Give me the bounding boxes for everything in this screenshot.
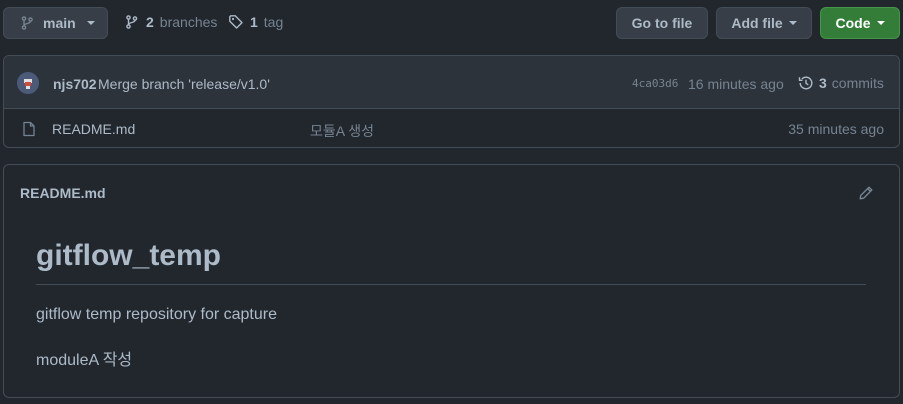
- branch-icon: [124, 14, 140, 30]
- commit-time: 16 minutes ago: [688, 76, 784, 92]
- tag-icon: [228, 14, 244, 30]
- code-label: Code: [835, 15, 871, 31]
- readme-paragraph: moduleA 작성: [36, 352, 133, 369]
- go-to-file-button[interactable]: Go to file: [616, 7, 708, 39]
- go-to-file-label: Go to file: [631, 15, 693, 31]
- repo-toolbar: main 2 branches 1 tag Go to file Add fil…: [0, 0, 903, 46]
- file-icon: [21, 121, 37, 137]
- commit-hash[interactable]: 4ca03d6: [632, 77, 678, 90]
- avatar[interactable]: [17, 72, 39, 94]
- file-list: njs702 Merge branch 'release/v1.0' 4ca03…: [3, 55, 900, 148]
- chevron-down-icon: [788, 21, 797, 25]
- branches-label: branches: [159, 14, 218, 30]
- branch-select-button[interactable]: main: [3, 7, 108, 39]
- divider: [36, 284, 866, 285]
- tags-count: 1: [250, 14, 258, 30]
- code-button[interactable]: Code: [820, 7, 900, 39]
- commits-history-link[interactable]: 3 commits: [798, 75, 884, 91]
- readme-paragraph: gitflow temp repository for capture: [36, 306, 277, 323]
- add-file-button[interactable]: Add file: [716, 7, 812, 39]
- commit-message[interactable]: Merge branch 'release/v1.0': [98, 76, 270, 92]
- readme-panel: README.md gitflow_temp gitflow temp repo…: [3, 164, 900, 398]
- pencil-icon[interactable]: [858, 185, 874, 201]
- commits-count: 3: [819, 75, 827, 91]
- tags-label: tag: [263, 14, 284, 30]
- chevron-down-icon: [876, 21, 885, 25]
- branches-link[interactable]: 2 branches: [124, 14, 217, 30]
- branch-name: main: [43, 15, 76, 31]
- readme-filename[interactable]: README.md: [20, 185, 106, 201]
- readme-heading: gitflow_temp: [36, 239, 221, 272]
- tags-link[interactable]: 1 tag: [228, 14, 283, 30]
- chevron-down-icon: [86, 21, 95, 25]
- file-commit-message[interactable]: 모듈A 생성: [310, 121, 374, 141]
- file-name[interactable]: README.md: [52, 121, 135, 137]
- file-time: 35 minutes ago: [788, 121, 884, 137]
- branch-icon: [19, 15, 35, 31]
- branches-count: 2: [146, 14, 154, 30]
- latest-commit-row: njs702 Merge branch 'release/v1.0' 4ca03…: [4, 56, 899, 109]
- history-icon: [798, 75, 814, 91]
- commits-label: commits: [831, 75, 884, 91]
- add-file-label: Add file: [731, 15, 783, 31]
- file-row: README.md 모듈A 생성 35 minutes ago: [4, 109, 899, 147]
- commit-author[interactable]: njs702: [53, 76, 97, 92]
